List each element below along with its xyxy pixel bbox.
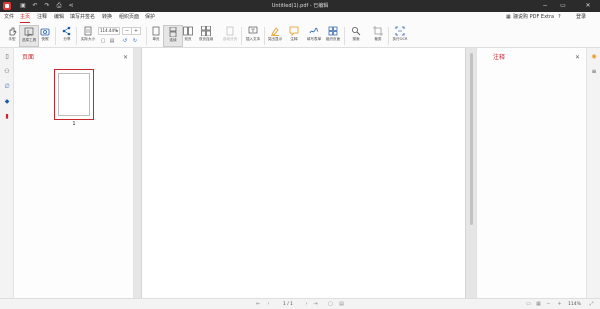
- crop-button[interactable]: 裁剪: [368, 25, 388, 47]
- document-page[interactable]: [141, 48, 466, 298]
- auto-scroll-button[interactable]: 自动分页: [220, 25, 240, 47]
- fit-page-status-icon[interactable]: ▢: [327, 301, 334, 308]
- share-button[interactable]: 分享: [57, 25, 77, 47]
- two-page-continuous-icon: [201, 25, 211, 37]
- pane-title: 注释: [493, 54, 506, 61]
- two-page-button[interactable]: 双页: [178, 25, 198, 47]
- separator: [344, 27, 345, 45]
- zoom-dropdown[interactable]: 114.44% ▾: [98, 27, 120, 35]
- separator: [76, 27, 77, 45]
- thumbnail-pane: 页面 ✕ 1: [14, 48, 134, 298]
- single-page-icon: [151, 26, 161, 36]
- share-icon: [62, 26, 72, 36]
- page-thumbnail[interactable]: [54, 69, 94, 120]
- comments-panel-icon[interactable]: ◉: [590, 53, 598, 61]
- signature-panel-icon[interactable]: ▮: [3, 113, 11, 121]
- fullscreen-icon[interactable]: ⤢: [588, 301, 595, 308]
- menu-home[interactable]: 主页: [20, 14, 30, 21]
- chevron-down-icon: ▾: [115, 28, 118, 33]
- maximize-icon[interactable]: ▭: [557, 1, 569, 11]
- ocr-icon: [395, 26, 405, 36]
- page-size-icon: [83, 26, 93, 36]
- camera-icon: [40, 26, 50, 36]
- close-icon[interactable]: ✕: [582, 1, 594, 11]
- login-link[interactable]: 登录: [576, 14, 586, 21]
- fill-form-button[interactable]: 填写表单: [304, 25, 324, 47]
- menu-fill-sign[interactable]: 填写并签名: [70, 14, 95, 21]
- pages-panel-icon[interactable]: ▯: [3, 53, 11, 61]
- pane-title: 页面: [22, 54, 35, 61]
- layers-panel-icon[interactable]: ◆: [3, 98, 11, 106]
- thumbnail-page-number: 1: [72, 121, 76, 127]
- actual-size-button[interactable]: 实际大小: [78, 25, 98, 47]
- organize-pages-button[interactable]: 组织页面: [323, 25, 343, 47]
- fit-width-status-icon[interactable]: ▤: [338, 301, 345, 308]
- search-button[interactable]: 搜索: [346, 25, 366, 47]
- help-icon[interactable]: ?: [558, 14, 561, 21]
- thumbnail-page: [58, 73, 90, 116]
- highlighter-icon: [270, 26, 280, 36]
- right-rail: ◉ ≡: [586, 48, 600, 298]
- fit-page-icon[interactable]: ▢: [100, 38, 106, 44]
- upgrade-link[interactable]: 骊说购 PDF Extra: [513, 14, 554, 21]
- zoom-in-icon[interactable]: +: [556, 301, 563, 308]
- separator: [388, 27, 389, 45]
- vertical-scrollbar[interactable]: [469, 50, 474, 296]
- properties-panel-icon[interactable]: ≡: [590, 68, 598, 76]
- note-button[interactable]: 注释: [284, 25, 304, 47]
- zoom-out-icon[interactable]: −: [545, 301, 552, 308]
- insert-text-button[interactable]: 插入文本: [243, 25, 263, 47]
- menu-bar: 文件 主页 注释 编辑 填写并签名 转换 组织页面 保护 ▦ 骊说购 PDF E…: [0, 12, 600, 23]
- zoom-in-button[interactable]: +: [131, 27, 141, 35]
- page-indicator[interactable]: 1 / 1: [277, 301, 299, 308]
- auto-scroll-icon: [225, 26, 235, 36]
- document-viewer[interactable]: [134, 48, 476, 298]
- view-mode-grid-icon[interactable]: ▦: [535, 301, 542, 308]
- ocr-button[interactable]: 执行OCR: [390, 25, 410, 47]
- upgrade-icon[interactable]: ▦: [506, 14, 511, 21]
- last-page-icon[interactable]: ⇥: [312, 301, 319, 308]
- menu-convert[interactable]: 转换: [102, 14, 112, 21]
- previous-page-icon[interactable]: ‹: [265, 301, 272, 308]
- continuous-page-icon: [168, 26, 178, 38]
- rotate-right-icon[interactable]: ↻: [132, 38, 138, 44]
- left-rail: ▯ ⚇ ∅ ◆ ▮: [0, 48, 14, 298]
- crop-icon: [373, 26, 383, 36]
- attachments-panel-icon[interactable]: ∅: [3, 83, 11, 91]
- menu-organize[interactable]: 组织页面: [119, 14, 139, 21]
- hand-icon: [7, 26, 17, 36]
- fit-width-icon[interactable]: ▤: [109, 38, 115, 44]
- text-insert-icon: [248, 26, 258, 36]
- search-icon: [351, 26, 361, 36]
- first-page-icon[interactable]: ⇤: [255, 301, 262, 308]
- bookmarks-panel-icon[interactable]: ⚇: [3, 68, 11, 76]
- rotate-left-icon[interactable]: ↺: [122, 38, 128, 44]
- close-icon[interactable]: ✕: [123, 54, 128, 62]
- close-icon[interactable]: ✕: [575, 54, 580, 62]
- separator: [55, 27, 56, 45]
- menu-protect[interactable]: 保护: [145, 14, 155, 21]
- menu-edit[interactable]: 编辑: [54, 14, 64, 21]
- title-bar: ▣ ↶ ↷ ⎙ ⋖ Untitled(1).pdf - 已编辑 − ▭ ✕: [0, 0, 600, 12]
- two-page-continuous-button[interactable]: 双页连续: [196, 25, 216, 47]
- ribbon-toolbar: 手型 选择工具 快照 分享 实际大小 单页 连续 双页 双页连续 自动分页 插入…: [0, 23, 600, 48]
- two-page-icon: [183, 26, 193, 36]
- separator: [241, 27, 242, 45]
- zoom-level[interactable]: 114%: [568, 301, 581, 308]
- scrollbar-thumb[interactable]: [470, 53, 473, 225]
- status-bar: ⇤ ‹ 1 / 1 › ⇥ ▢ ▤ ▭ ▦ − + 114% ⤢: [0, 298, 600, 309]
- snapshot-button[interactable]: 快照: [35, 25, 55, 47]
- organize-icon: [328, 26, 338, 36]
- menu-annotate[interactable]: 注释: [37, 14, 47, 21]
- highlight-button[interactable]: 突出显示: [265, 25, 285, 47]
- cursor-icon: [24, 27, 34, 37]
- view-mode-single-icon[interactable]: ▭: [525, 301, 532, 308]
- signature-icon: [309, 26, 319, 36]
- menu-file[interactable]: 文件: [4, 14, 14, 21]
- window-title: Untitled(1).pdf - 已编辑: [271, 3, 329, 9]
- sticky-note-icon: [289, 26, 299, 36]
- comments-pane: 注释 ✕: [476, 48, 586, 298]
- next-page-icon[interactable]: ›: [303, 301, 310, 308]
- minimize-icon[interactable]: −: [539, 1, 551, 11]
